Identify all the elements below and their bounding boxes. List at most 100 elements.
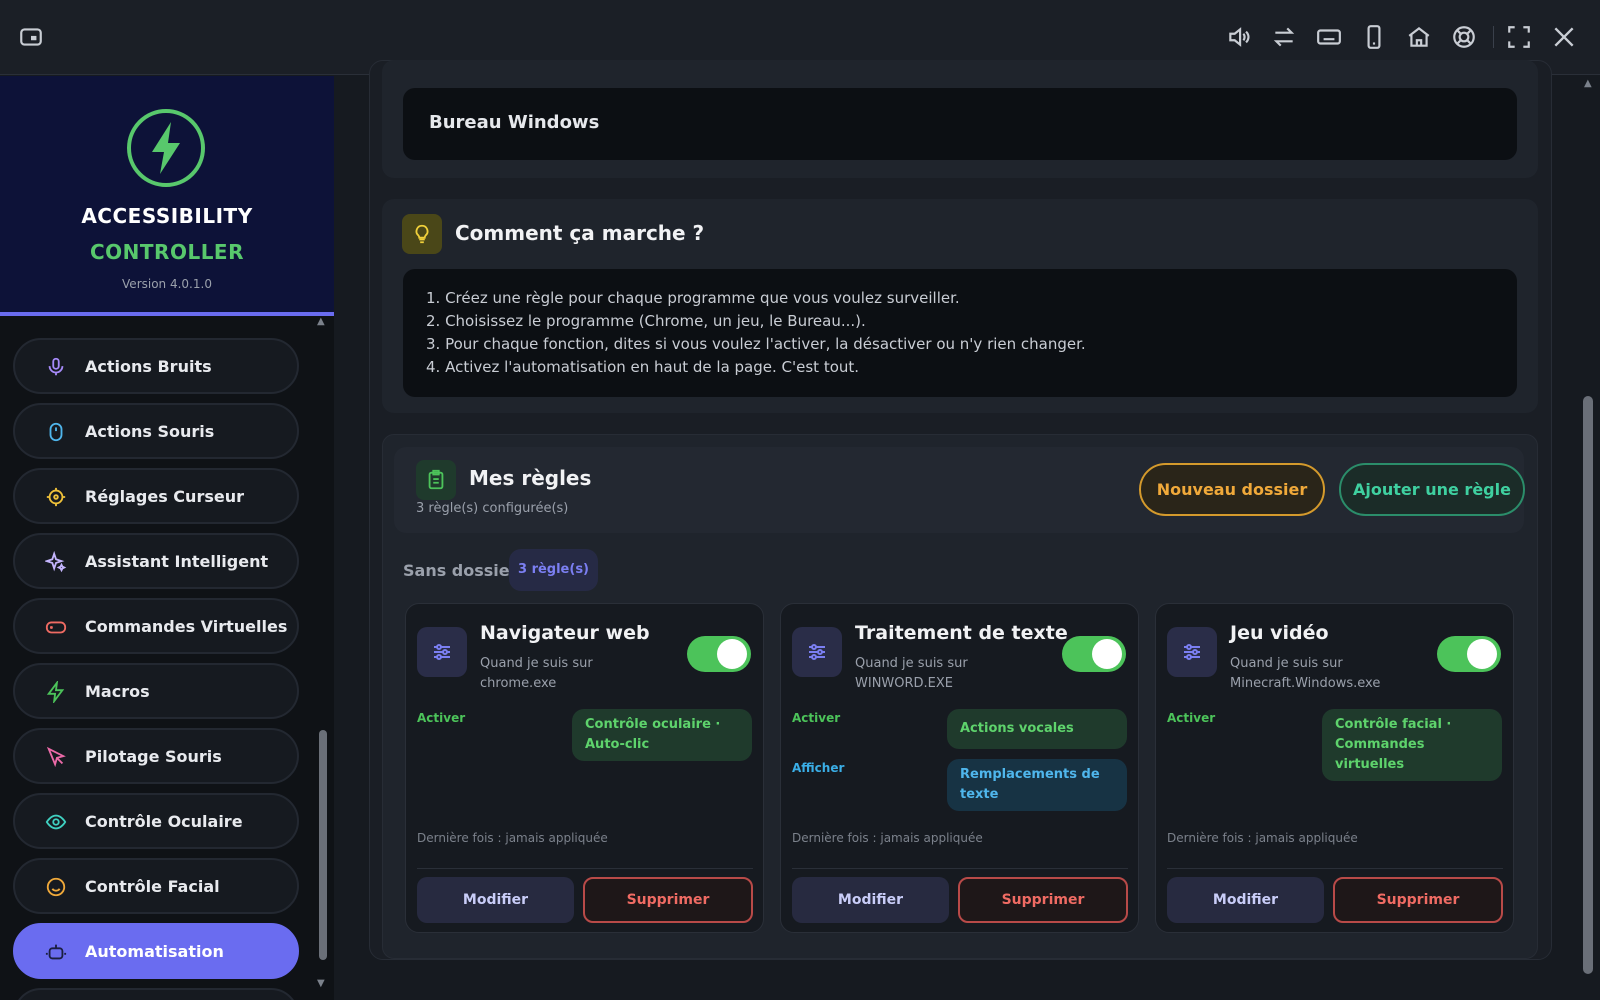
how-it-works-title: Comment ça marche ?	[455, 221, 705, 245]
sidebar-item-label: Actions Souris	[85, 422, 215, 441]
sidebar-item-label: Commandes Virtuelles	[85, 617, 288, 636]
sidebar-item-assistant-intelligent[interactable]: Assistant Intelligent	[13, 533, 299, 589]
new-folder-button[interactable]: Nouveau dossier	[1139, 463, 1325, 516]
edit-rule-button[interactable]: Modifier	[417, 877, 574, 923]
how-line: 2. Choisissez le programme (Chrome, un j…	[426, 312, 866, 330]
how-line: 1. Créez une règle pour chaque programme…	[426, 289, 960, 307]
sidebar-item-label: Automatisation	[85, 942, 224, 961]
pointer-icon	[45, 746, 67, 768]
card-divider	[1167, 868, 1503, 869]
sidebar-scrollbar-thumb[interactable]	[319, 730, 327, 960]
toggle-knob	[1467, 639, 1497, 669]
rule-condition: Quand je suis sur Minecraft.Windows.exe	[1230, 654, 1420, 694]
rule-title: Traitement de texte	[855, 622, 1068, 644]
folder-count-badge: 3 règle(s)	[509, 549, 598, 591]
robot-icon	[45, 941, 67, 963]
activate-chip: Actions vocales	[947, 709, 1127, 749]
activate-chip: Contrôle facial · Commandes virtuelles	[1322, 709, 1502, 781]
toggle-knob	[717, 639, 747, 669]
home-icon[interactable]	[1406, 24, 1432, 50]
sidebar-item-label: Contrôle Facial	[85, 877, 220, 896]
lightning-logo-icon	[126, 108, 206, 188]
program-field[interactable]: Bureau Windows	[403, 88, 1517, 160]
fullscreen-icon[interactable]	[1506, 24, 1532, 50]
rule-process: WINWORD.EXE	[855, 676, 954, 691]
activate-label: Activer	[417, 711, 466, 725]
sidebar-scroll-down-icon[interactable]: ▼	[317, 978, 325, 989]
smile-icon	[45, 876, 67, 898]
rule-title: Jeu vidéo	[1230, 622, 1329, 644]
microphone-icon	[45, 356, 67, 378]
sidebar-item-actions-bruits[interactable]: Actions Bruits	[13, 338, 299, 394]
add-rule-button[interactable]: Ajouter une règle	[1339, 463, 1525, 516]
last-applied: Dernière fois : jamais appliquée	[417, 831, 608, 845]
activate-label: Activer	[792, 711, 841, 725]
rule-condition: Quand je suis sur chrome.exe	[480, 654, 670, 694]
sidebar-item-controle-oculaire[interactable]: Contrôle Oculaire	[13, 793, 299, 849]
rule-condition-prefix: Quand je suis sur	[480, 656, 593, 671]
sliders-icon	[417, 627, 467, 677]
rules-count: 3 règle(s) configurée(s)	[416, 501, 569, 516]
sidebar: ACCESSIBILITY CONTROLLER Version 4.0.1.0…	[0, 76, 334, 1000]
card-divider	[792, 868, 1128, 869]
delete-rule-button[interactable]: Supprimer	[583, 877, 753, 923]
keyboard-icon[interactable]	[1316, 24, 1342, 50]
edit-rule-button[interactable]: Modifier	[792, 877, 949, 923]
folder-name: Sans dossier	[403, 561, 518, 580]
sidebar-item-actions-souris[interactable]: Actions Souris	[13, 403, 299, 459]
rule-process: chrome.exe	[480, 676, 557, 691]
swap-icon[interactable]	[1271, 24, 1297, 50]
window-icon[interactable]	[18, 24, 44, 50]
rule-enabled-toggle[interactable]	[1437, 636, 1501, 672]
main-scrollbar-thumb[interactable]	[1583, 396, 1593, 974]
sidebar-item-commandes-virtuelles[interactable]: Commandes Virtuelles	[13, 598, 299, 654]
sidebar-item-reglages-curseur[interactable]: Réglages Curseur	[13, 468, 299, 524]
sparkles-icon	[43, 550, 67, 573]
last-applied: Dernière fois : jamais appliquée	[1167, 831, 1358, 845]
toolbar-separator	[1493, 26, 1494, 48]
brand-subtitle: CONTROLLER	[89, 240, 244, 264]
lightbulb-icon	[402, 214, 442, 254]
rule-enabled-toggle[interactable]	[1062, 636, 1126, 672]
lifebuoy-icon[interactable]	[1451, 24, 1477, 50]
sidebar-item-label: Actions Bruits	[85, 357, 212, 376]
how-line: 4. Activez l'automatisation en haut de l…	[426, 358, 860, 376]
gamepad-icon	[45, 616, 67, 638]
delete-rule-button[interactable]: Supprimer	[1333, 877, 1503, 923]
main-scroll-up-icon[interactable]: ▲	[1584, 78, 1592, 89]
rule-card: Jeu vidéo Quand je suis sur Minecraft.Win…	[1155, 603, 1514, 933]
crosshair-icon	[45, 486, 67, 508]
card-divider	[417, 868, 753, 869]
show-chip: Remplacements de texte	[947, 759, 1127, 811]
rule-enabled-toggle[interactable]	[687, 636, 751, 672]
activate-chip: Contrôle oculaire · Auto-clic	[572, 709, 752, 761]
sidebar-item-label: Assistant Intelligent	[85, 552, 269, 571]
bolt-icon	[45, 679, 67, 705]
sidebar-item-next[interactable]	[13, 988, 299, 1000]
sidebar-item-automatisation[interactable]: Automatisation	[13, 923, 299, 979]
sidebar-item-label: Pilotage Souris	[85, 747, 222, 766]
app-version: Version 4.0.1.0	[122, 277, 212, 291]
rule-card: Navigateur web Quand je suis sur chrome.e…	[405, 603, 764, 933]
sidebar-item-pilotage-souris[interactable]: Pilotage Souris	[13, 728, 299, 784]
delete-rule-button[interactable]: Supprimer	[958, 877, 1128, 923]
close-icon[interactable]	[1551, 24, 1577, 50]
edit-rule-button[interactable]: Modifier	[1167, 877, 1324, 923]
how-line: 3. Pour chaque fonction, dites si vous v…	[426, 335, 1086, 353]
rule-process: Minecraft.Windows.exe	[1230, 676, 1381, 691]
sidebar-item-macros[interactable]: Macros	[13, 663, 299, 719]
rule-title: Navigateur web	[480, 622, 650, 644]
rule-condition-prefix: Quand je suis sur	[855, 656, 968, 671]
sliders-icon	[792, 627, 842, 677]
rule-condition-prefix: Quand je suis sur	[1230, 656, 1343, 671]
mouse-icon	[45, 421, 67, 443]
sidebar-item-label: Réglages Curseur	[85, 487, 244, 506]
toggle-knob	[1092, 639, 1122, 669]
sidebar-scroll-up-icon[interactable]: ▲	[317, 316, 325, 327]
rule-card: Traitement de texte Quand je suis sur WIN…	[780, 603, 1139, 933]
sidebar-item-controle-facial[interactable]: Contrôle Facial	[13, 858, 299, 914]
phone-icon[interactable]	[1361, 24, 1387, 50]
rule-condition: Quand je suis sur WINWORD.EXE	[855, 654, 1045, 694]
volume-icon[interactable]	[1226, 24, 1252, 50]
activate-label: Activer	[1167, 711, 1216, 725]
